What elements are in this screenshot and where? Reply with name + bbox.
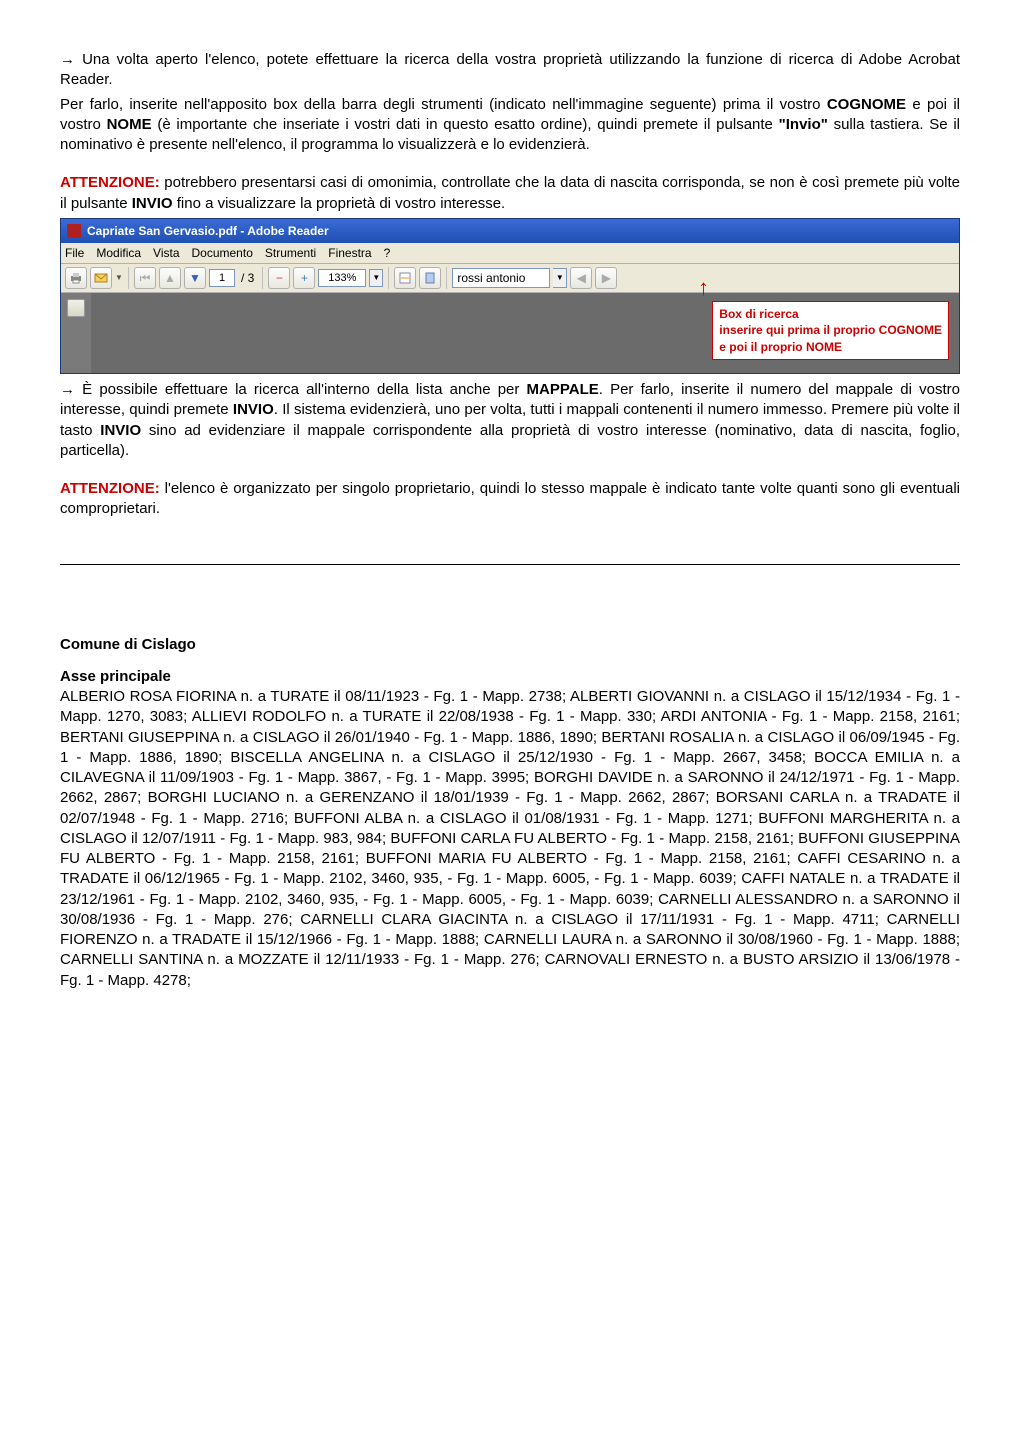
pdf-icon — [67, 224, 81, 238]
separator — [128, 267, 129, 289]
intro-paragraph-2: Per farlo, inserite nell'apposito box de… — [60, 95, 960, 156]
page-total-label: / 3 — [238, 270, 257, 286]
zoom-out-icon[interactable]: − — [268, 267, 290, 289]
warning-2-text: l'elenco è organizzato per singolo propr… — [60, 480, 960, 517]
menu-file[interactable]: File — [65, 245, 84, 261]
toolbar: ▼ ⏮ ▲ ▼ / 3 − + 133% ▼ ▼ ◀ ▶ — [61, 264, 959, 293]
callout-arrow-icon: ↑ — [698, 273, 709, 303]
after-text-a: È possibile effettuare la ricerca all'in… — [82, 381, 526, 398]
search-input[interactable] — [452, 268, 550, 288]
intro-paragraph-1: → Una volta aperto l'elenco, potete effe… — [60, 50, 960, 91]
fit-width-icon[interactable] — [394, 267, 416, 289]
arrow-icon: → — [60, 381, 75, 398]
warning-2-label: ATTENZIONE: — [60, 480, 160, 497]
first-page-icon[interactable]: ⏮ — [134, 267, 156, 289]
intro-text-2c: (è importante che inseriate i vostri dat… — [152, 116, 779, 133]
search-callout: Box di ricerca inserire qui prima il pro… — [712, 301, 949, 360]
menu-vista[interactable]: Vista — [153, 245, 179, 261]
separator — [446, 267, 447, 289]
invio-label-2: INVIO — [233, 401, 274, 418]
horizontal-rule — [60, 564, 960, 565]
asse-heading: Asse principale — [60, 667, 960, 687]
sidebar — [61, 293, 91, 373]
callout-line-2: inserire qui prima il proprio COGNOME — [719, 322, 942, 338]
search-prev-icon[interactable]: ◀ — [570, 267, 592, 289]
content-area: ↑ Box di ricerca inserire qui prima il p… — [61, 293, 959, 373]
intro-text-1: Una volta aperto l'elenco, potete effett… — [60, 51, 960, 88]
search-dropdown-icon[interactable]: ▼ — [553, 268, 567, 288]
invio-label: "Invio" — [779, 116, 828, 133]
menu-help[interactable]: ? — [384, 245, 391, 261]
page-number-input[interactable] — [209, 269, 235, 287]
mappale-label: MAPPALE — [527, 381, 599, 398]
menu-modifica[interactable]: Modifica — [96, 245, 141, 261]
after-text-d: sino ad evidenziare il mappale corrispon… — [60, 422, 960, 459]
callout-line-1: Box di ricerca — [719, 306, 942, 322]
callout-line-3: e poi il proprio NOME — [719, 339, 942, 355]
cognome-label: COGNOME — [827, 96, 906, 113]
warning-1: ATTENZIONE: potrebbero presentarsi casi … — [60, 173, 960, 214]
menu-strumenti[interactable]: Strumenti — [265, 245, 316, 261]
pages-panel-icon[interactable] — [67, 299, 85, 317]
arrow-icon: → — [60, 51, 75, 68]
separator — [262, 267, 263, 289]
fit-page-icon[interactable] — [419, 267, 441, 289]
email-icon[interactable] — [90, 267, 112, 289]
menubar: File Modifica Vista Documento Strumenti … — [61, 243, 959, 264]
nome-label: NOME — [107, 116, 152, 133]
menu-documento[interactable]: Documento — [192, 245, 253, 261]
zoom-in-icon[interactable]: + — [293, 267, 315, 289]
print-icon[interactable] — [65, 267, 87, 289]
window-title: Capriate San Gervasio.pdf - Adobe Reader — [87, 223, 329, 239]
search-next-icon[interactable]: ▶ — [595, 267, 617, 289]
dropdown-icon[interactable]: ▼ — [115, 269, 123, 287]
warning-2: ATTENZIONE: l'elenco è organizzato per s… — [60, 479, 960, 520]
separator — [388, 267, 389, 289]
comune-heading: Comune di Cislago — [60, 635, 960, 655]
invio-label-3: INVIO — [100, 422, 141, 439]
warning-1-text-b: fino a visualizzare la proprietà di vost… — [173, 195, 506, 212]
zoom-dropdown-icon[interactable]: ▼ — [369, 269, 383, 287]
next-page-icon[interactable]: ▼ — [184, 267, 206, 289]
window-titlebar: Capriate San Gervasio.pdf - Adobe Reader — [61, 219, 959, 243]
zoom-level[interactable]: 133% — [318, 269, 366, 287]
prev-page-icon[interactable]: ▲ — [159, 267, 181, 289]
property-list: ALBERIO ROSA FIORINA n. a TURATE il 08/1… — [60, 687, 960, 991]
intro-text-2a: Per farlo, inserite nell'apposito box de… — [60, 96, 827, 113]
warning-1-label: ATTENZIONE: — [60, 174, 160, 191]
adobe-reader-window: Capriate San Gervasio.pdf - Adobe Reader… — [60, 218, 960, 374]
warning-1-invio: INVIO — [132, 195, 173, 212]
menu-finestra[interactable]: Finestra — [328, 245, 371, 261]
after-image-paragraph: → È possibile effettuare la ricerca all'… — [60, 380, 960, 461]
document-canvas: ↑ Box di ricerca inserire qui prima il p… — [91, 293, 959, 373]
